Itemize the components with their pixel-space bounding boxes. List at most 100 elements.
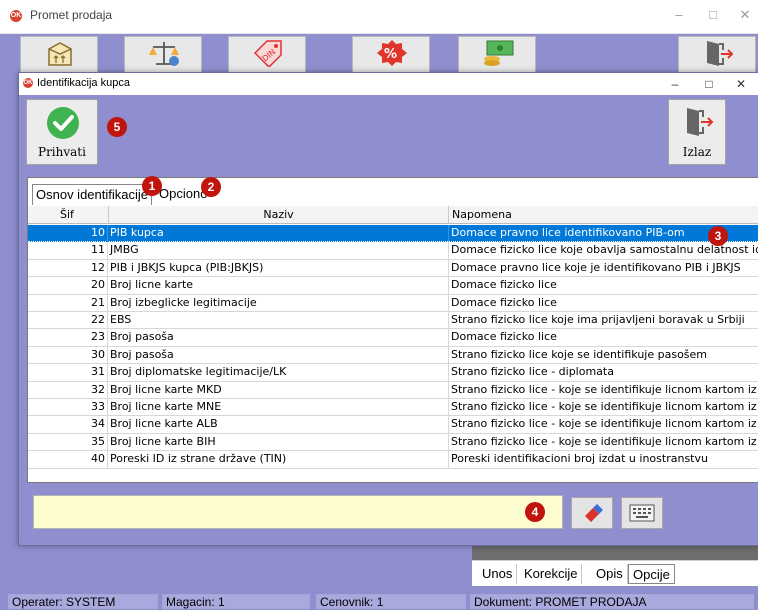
tab-opcije[interactable]: Opcije [628, 564, 675, 584]
table-row[interactable]: 21 Broj izbeglicke legitimacije Domace fiz… [28, 294, 758, 312]
app-logo-icon: OK [10, 10, 22, 22]
cell-sif: 40 [38, 451, 108, 469]
svg-text:%: % [384, 47, 397, 62]
tab-korekcije[interactable]: Korekcije [520, 564, 583, 584]
bottom-tab-strip: Unos Korekcije Opis Opcije [472, 560, 758, 586]
dialog-maximize-button[interactable]: □ [695, 75, 723, 93]
cell-sif: 32 [38, 381, 108, 399]
table-row[interactable]: 35 Broj licne karte BIH Strano fizicko lic… [28, 433, 758, 452]
table-row[interactable]: 23 Broj pasoša Domace fizicko lice [28, 329, 758, 347]
box-arrows-icon [48, 42, 72, 66]
cell-napomena: Domace fizicko lice [451, 278, 557, 292]
exit-button[interactable]: Izlaz [668, 99, 726, 165]
table-row[interactable]: 32 Broj licne karte MKD Strano fizicko lic… [28, 381, 758, 399]
dialog-close-button[interactable]: ✕ [727, 75, 755, 93]
discount-button[interactable]: % [352, 36, 430, 74]
eraser-icon [585, 504, 603, 522]
cell-sif: 33 [38, 399, 108, 416]
cell-sif: 35 [38, 433, 108, 451]
column-napomena[interactable]: Napomena [449, 206, 758, 224]
main-toolbar: DIN % [0, 34, 758, 74]
cell-naziv: Broj licne karte ALB [109, 416, 449, 434]
cell-napomena: Domace fizicko lice [451, 330, 557, 344]
price-tag-icon: DIN [253, 40, 282, 67]
payment-button[interactable] [458, 36, 536, 74]
tab-unos[interactable]: Unos [478, 564, 518, 584]
table-row[interactable]: 33 Broj licne karte MNE Strano fizicko lic… [28, 399, 758, 417]
table-row[interactable]: 10 PIB kupca Domace pravno lice identifiko… [28, 225, 758, 243]
dialog-titlebar: OK Identifikacija kupca – □ ✕ [19, 73, 758, 95]
marker-2: 2 [201, 177, 221, 197]
money-icon [484, 40, 514, 66]
scales-icon [149, 42, 179, 66]
identification-table: Šif Naziv Napomena 10 PIB kupca Domace pra… [28, 206, 758, 482]
cell-naziv: PIB kupca [109, 225, 449, 242]
cell-napomena: Domace fizicko lice [451, 295, 557, 309]
minimize-button[interactable]: – [664, 6, 694, 24]
cell-naziv: Broj pasoša [109, 329, 449, 347]
dialog-minimize-button[interactable]: – [661, 75, 689, 93]
close-button[interactable]: ✕ [730, 6, 758, 24]
cell-naziv: Poreski ID iz strane države (TIN) [109, 451, 449, 469]
keyboard-button[interactable] [621, 497, 663, 529]
checkmark-icon [47, 107, 79, 139]
cell-napomena: Strano fizicko lice - koje se identifiku… [451, 434, 758, 448]
table-row[interactable]: 34 Broj licne karte ALB Strano fizicko lic… [28, 416, 758, 434]
cell-sif: 20 [38, 277, 108, 295]
main-titlebar: OK Promet prodaja – □ ✕ [0, 0, 758, 34]
status-magacin: Magacin: 1 [162, 594, 310, 609]
cell-naziv: Broj pasoša [109, 346, 449, 364]
column-naziv[interactable]: Naziv [109, 206, 449, 224]
clear-button[interactable] [571, 497, 613, 529]
table-row[interactable]: 12 PIB i JBKJS kupca (PIB:JBKJS) Domace pr… [28, 259, 758, 278]
price-tag-button[interactable]: DIN [228, 36, 306, 74]
table-row[interactable]: 31 Broj diplomatske legitimacije/LK Strano… [28, 364, 758, 382]
maximize-button[interactable]: □ [698, 6, 728, 24]
cell-napomena: Strano fizicko lice koje ima prijavljeni… [451, 313, 745, 326]
table-row[interactable]: 22 EBS Strano fizicko lice koje ima prijav… [28, 312, 758, 330]
status-operater: Operater: SYSTEM [8, 594, 158, 609]
scales-button[interactable] [124, 36, 202, 74]
column-sif[interactable]: Šif [58, 206, 109, 224]
status-dokument: Dokument: PROMET PRODAJA [470, 594, 754, 609]
cell-naziv: Broj licne karte [109, 277, 449, 295]
bottom-panel [472, 546, 758, 560]
dialog-logo-icon: OK [23, 78, 33, 88]
tab-osnov-identifikacije[interactable]: Osnov identifikacije [32, 184, 152, 205]
keyboard-icon [629, 504, 655, 522]
panel-tabs: Osnov identifikacije Opciono [28, 178, 758, 206]
cell-naziv: Broj licne karte BIH [109, 433, 449, 451]
cell-napomena: Strano fizicko lice - diplomata [451, 365, 614, 379]
cell-sif: 10 [38, 225, 108, 242]
tab-opis[interactable]: Opis [592, 564, 628, 584]
table-row[interactable]: 40 Poreski ID iz strane države (TIN) Pores… [28, 451, 758, 469]
main-exit-button[interactable] [678, 36, 756, 74]
cell-sif: 22 [38, 312, 108, 329]
cell-naziv: Broj diplomatske legitimacije/LK [109, 364, 449, 382]
exit-label: Izlaz [682, 145, 712, 159]
cell-sif: 11 [38, 242, 108, 260]
dialog-title: Identifikacija kupca [37, 77, 130, 89]
cell-sif: 12 [38, 259, 108, 277]
accept-button[interactable]: Prihvati [26, 99, 98, 165]
cell-naziv: JMBG [109, 242, 449, 260]
cell-napomena: Poreski identifikacioni broj izdat u ino… [451, 452, 708, 466]
cell-napomena: Strano fizicko lice - koje se identifiku… [451, 382, 758, 396]
cell-naziv: Broj izbeglicke legitimacije [109, 294, 449, 312]
stock-button[interactable] [20, 36, 98, 74]
table-header: Šif Naziv Napomena [28, 206, 758, 224]
cell-naziv: Broj licne karte MNE [109, 399, 449, 416]
percent-icon: % [377, 40, 407, 66]
cell-naziv: Broj licne karte MKD [109, 381, 449, 399]
cell-sif: 31 [38, 364, 108, 382]
status-bar: Operater: SYSTEM Magacin: 1 Cenovnik: 1 … [0, 592, 758, 610]
cell-napomena: Domace fizicko lice koje obavlja samosta… [451, 243, 758, 257]
exit-door-icon [687, 108, 714, 136]
accept-label: Prihvati [38, 145, 86, 159]
table-row[interactable]: 30 Broj pasoša Strano fizicko lice koje se… [28, 346, 758, 365]
cell-napomena: Strano fizicko lice - koje se identifiku… [451, 400, 758, 413]
search-input[interactable] [33, 495, 563, 529]
status-cenovnik: Cenovnik: 1 [316, 594, 466, 609]
table-row[interactable]: 11 JMBG Domace fizicko lice koje obavlja s… [28, 242, 758, 260]
table-row[interactable]: 20 Broj licne karte Domace fizicko lice [28, 277, 758, 295]
